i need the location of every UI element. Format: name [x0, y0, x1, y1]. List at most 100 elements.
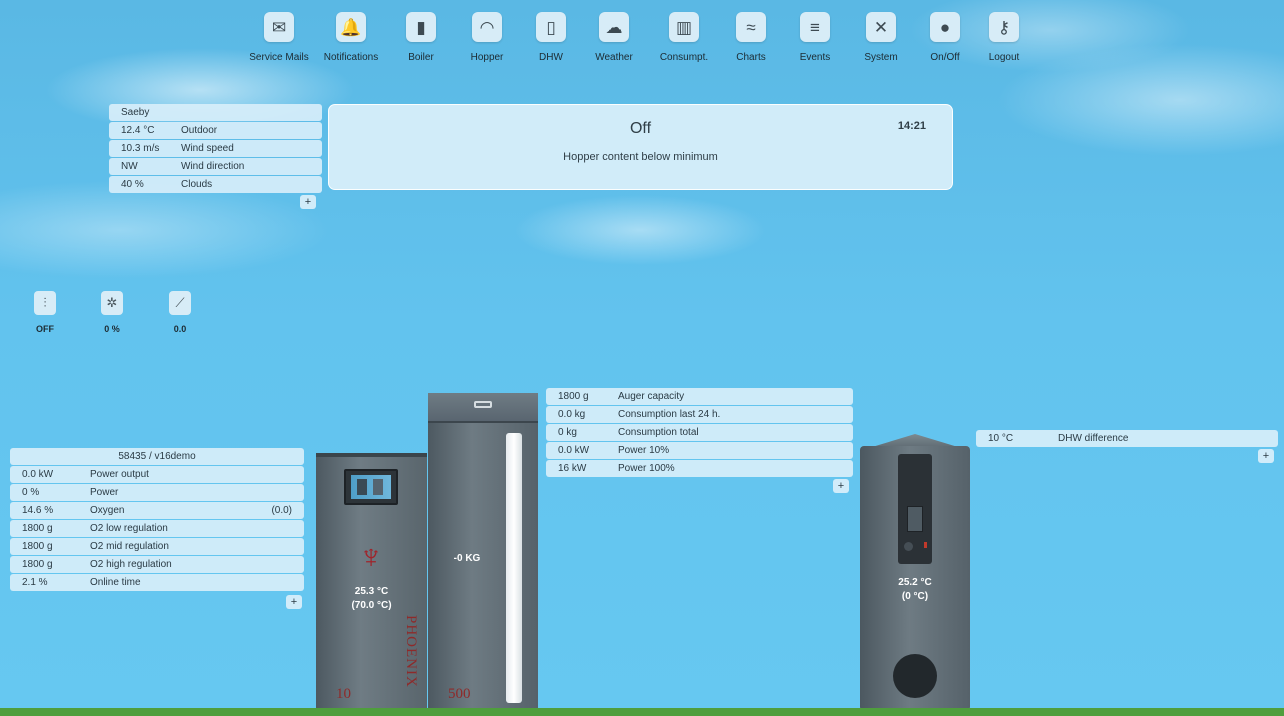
row-value: 0.0 kW [22, 469, 54, 480]
nav-label: On/Off [930, 52, 960, 63]
table-row: 0 % Power [10, 484, 304, 501]
weather-location: Saeby [109, 104, 322, 121]
hopper-expand-button[interactable]: + [833, 479, 849, 493]
boiler-device[interactable]: ♆ 25.3 °C (70.0 °C) PHOENIX 10 [316, 453, 427, 711]
row-label: Power 100% [618, 463, 675, 474]
table-row: 16 kW Power 100% [546, 460, 853, 477]
dhw-body: 25.2 °C (0 °C) [860, 446, 970, 711]
nav-label: Boiler [408, 52, 434, 63]
nav-label: System [864, 52, 898, 63]
row-value: 10.3 m/s [121, 143, 160, 154]
table-row: 0.0 kW Power output [10, 466, 304, 483]
boiler-table: 58435 / v16demo 0.0 kW Power output 0 % … [10, 448, 304, 592]
weather-row: 10.3 m/s Wind speed [109, 140, 322, 157]
dhw-flange-icon [893, 654, 937, 698]
sweeper-icon: ⟋ [169, 291, 191, 315]
boiler-brand: PHOENIX [403, 615, 419, 688]
bell-icon: 🔔 [336, 12, 366, 42]
nav-label: Events [799, 52, 831, 63]
nav-notifications[interactable]: 🔔 Notifications [312, 12, 390, 74]
phoenix-logo-icon: ♆ [358, 538, 384, 576]
boiler-id: 58435 / v16demo [118, 451, 196, 462]
table-row: 10 °C DHW difference [976, 430, 1278, 447]
table-row: 1800 g O2 mid regulation [10, 538, 304, 555]
nav-dhw[interactable]: ▯ DHW [522, 12, 580, 74]
hopper-table: 1800 g Auger capacity 0.0 kg Consumption… [546, 388, 853, 478]
indicator-value: 0 % [104, 324, 120, 334]
dhw-device[interactable]: 25.2 °C (0 °C) [860, 434, 970, 711]
nav-label: DHW [539, 52, 563, 63]
ground [0, 708, 1284, 716]
weather-row: NW Wind direction [109, 158, 322, 175]
boiler-expand-button[interactable]: + [286, 595, 302, 609]
indicator-thermostat[interactable]: ⫶ OFF [25, 291, 65, 334]
status-message: Hopper content below minimum [563, 151, 718, 163]
nav-system[interactable]: ✕ System [848, 12, 914, 74]
list-icon: ≡ [800, 12, 830, 42]
nav-label: Service Mails [249, 52, 309, 63]
row-label: O2 high regulation [90, 559, 172, 570]
table-row: 0 kg Consumption total [546, 424, 853, 441]
line-chart-icon: ≈ [736, 12, 766, 42]
power-icon: ● [930, 12, 960, 42]
nav-events[interactable]: ≡ Events [782, 12, 848, 74]
table-row: 0.0 kg Consumption last 24 h. [546, 406, 853, 423]
status-time: 14:21 [897, 120, 926, 132]
table-row: 2.1 % Online time [10, 574, 304, 591]
hopper-weight: -0 KG [453, 553, 481, 564]
indicator-value: 0.0 [173, 324, 187, 334]
bar-chart-icon: ▥ [669, 12, 699, 42]
fan-icon: ✲ [101, 291, 123, 315]
row-value: 12.4 °C [121, 125, 155, 136]
hopper-handle-icon [474, 401, 492, 408]
row-label: Power output [90, 469, 149, 480]
row-label: DHW difference [1058, 433, 1129, 444]
row-label: O2 mid regulation [90, 541, 169, 552]
table-row: 0.0 kW Power 10% [546, 442, 853, 459]
status-panel: Off Hopper content below minimum 14:21 [328, 104, 953, 190]
nav-service-mails[interactable]: ✉ Service Mails [246, 12, 312, 74]
nav-charts[interactable]: ≈ Charts [720, 12, 782, 74]
hopper-lid [428, 393, 538, 423]
row-label: Consumption last 24 h. [618, 409, 721, 420]
thermostat-icon: ⫶ [34, 291, 56, 315]
dhw-expand-button[interactable]: + [1258, 449, 1274, 463]
row-value: 0 kg [558, 427, 577, 438]
nav-logout[interactable]: ⚷ Logout [976, 12, 1032, 74]
row-value: 14.6 % [22, 505, 54, 516]
nav-label: Charts [736, 52, 766, 63]
nav-label: Logout [988, 52, 1020, 63]
nav-label: Weather [595, 52, 633, 63]
row-value: 0.0 kW [558, 445, 590, 456]
nav-boiler[interactable]: ▮ Boiler [390, 12, 452, 74]
row-label: Consumption total [618, 427, 699, 438]
indicator-value: OFF [36, 324, 54, 334]
row-label: Clouds [181, 179, 213, 190]
row-label: Online time [90, 577, 141, 588]
mail-icon: ✉ [264, 12, 294, 42]
hopper-device[interactable]: -0 KG 500 [428, 393, 538, 711]
row-label: Wind speed [181, 143, 234, 154]
weather-row: 12.4 °C Outdoor [109, 122, 322, 139]
indicator-fan[interactable]: ✲ 0 % [92, 291, 132, 334]
indicator-sweeper[interactable]: ⟋ 0.0 [160, 291, 200, 334]
nav-consumption[interactable]: ▥ Consumpt. [648, 12, 720, 74]
status-title: Off [629, 120, 652, 137]
hopper-level-tube [506, 433, 522, 703]
row-label: Outdoor [181, 125, 218, 136]
weather-expand-button[interactable]: + [300, 195, 316, 209]
nav-hopper[interactable]: ◠ Hopper [452, 12, 522, 74]
table-row: 1800 g O2 high regulation [10, 556, 304, 573]
cloud-icon: ☁ [599, 12, 629, 42]
dhw-control-panel [898, 454, 932, 564]
row-value: NW [121, 161, 138, 172]
nav-weather[interactable]: ☁ Weather [580, 12, 648, 74]
row-label: O2 low regulation [90, 523, 168, 534]
boiler-table-header: 58435 / v16demo [10, 448, 304, 465]
table-row: 1800 g O2 low regulation [10, 520, 304, 537]
row-value: 1800 g [22, 523, 53, 534]
row-label: Power 10% [618, 445, 670, 456]
nav-label: Consumpt. [659, 52, 709, 63]
nav-on-off[interactable]: ● On/Off [914, 12, 976, 74]
row-extra: (0.0) [271, 505, 292, 516]
